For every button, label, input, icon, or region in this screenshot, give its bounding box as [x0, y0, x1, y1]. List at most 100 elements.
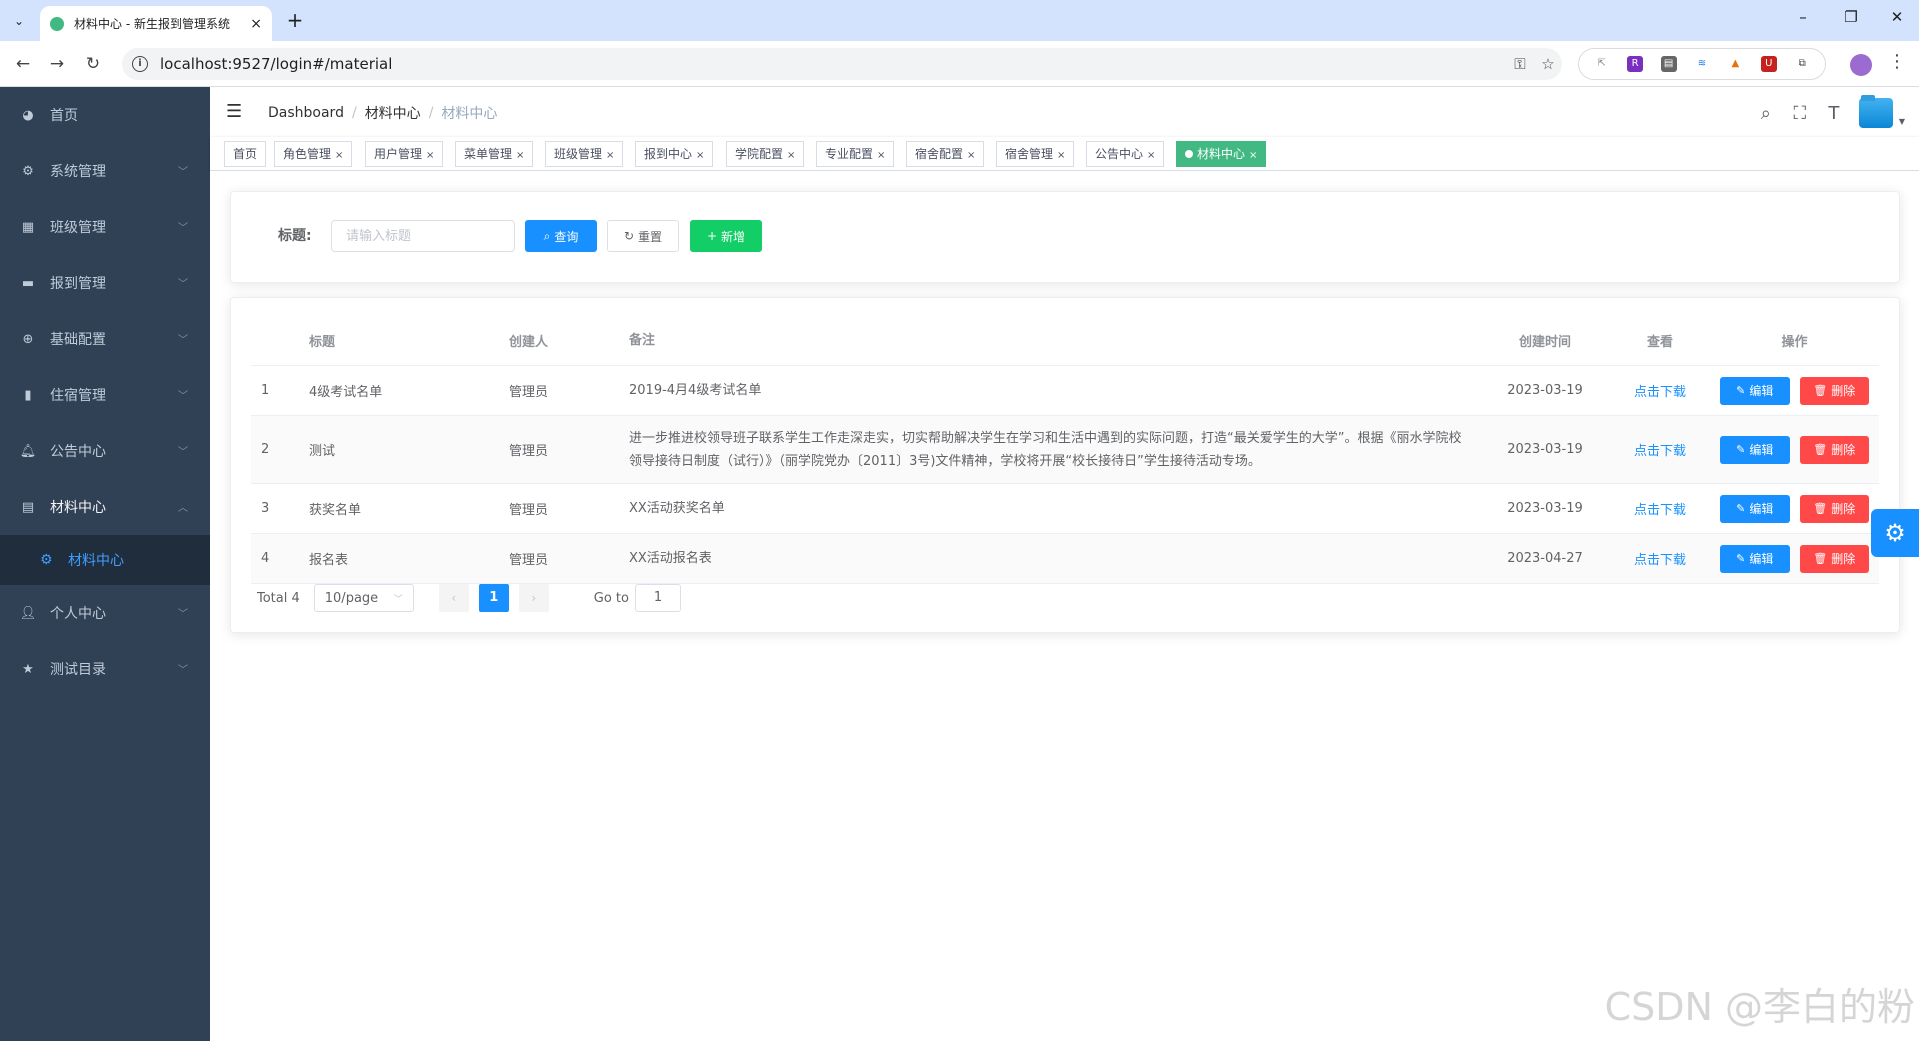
- font-size-icon[interactable]: T: [1817, 103, 1851, 124]
- download-link[interactable]: 点击下载: [1634, 503, 1686, 518]
- bell-icon: 🔔︎: [19, 443, 37, 459]
- more-menu-icon[interactable]: ⋮: [1888, 51, 1906, 72]
- sidebar-item-profile[interactable]: 👤︎ 个人中心 ﹀: [0, 585, 210, 641]
- tag-notice[interactable]: 公告中心 ×: [1086, 141, 1165, 167]
- delete-button[interactable]: 🗑︎ 删除: [1799, 494, 1869, 523]
- avatar[interactable]: [1858, 95, 1893, 128]
- reset-button[interactable]: ↻ 重置: [607, 220, 679, 252]
- reload-button[interactable]: ↻: [82, 53, 104, 75]
- tag-home[interactable]: 首页: [224, 141, 267, 167]
- download-link[interactable]: 点击下载: [1634, 553, 1686, 568]
- sidebar-item-checkin[interactable]: ▬ 报到管理 ﹀: [0, 255, 210, 311]
- sidebar-item-system[interactable]: ⚙ 系统管理 ﹀: [0, 143, 210, 199]
- delete-button[interactable]: 🗑︎ 删除: [1799, 376, 1869, 405]
- goto-input[interactable]: 1: [634, 584, 681, 612]
- tag-label: 材料中心: [1197, 147, 1246, 161]
- site-info-icon[interactable]: i: [132, 56, 148, 72]
- sidebar-subitem-material[interactable]: ⚙ 材料中心: [0, 535, 210, 585]
- cell-ops: ✎ 编辑 🗑︎ 删除: [1710, 494, 1879, 523]
- sidebar-item-class[interactable]: ▦ 班级管理 ﹀: [0, 199, 210, 255]
- page-size-select[interactable]: 10/page ﹀: [313, 584, 414, 612]
- page-number-current[interactable]: 1: [478, 584, 509, 612]
- chevron-down-icon: ﹀: [178, 167, 188, 178]
- minimize-button[interactable]: –: [1781, 8, 1825, 32]
- title-search-input[interactable]: [331, 220, 515, 252]
- tag-menu[interactable]: 菜单管理 ×: [455, 141, 534, 167]
- tag-college[interactable]: 学院配置 ×: [726, 141, 805, 167]
- close-icon[interactable]: ×: [426, 150, 434, 161]
- close-window-button[interactable]: ✕: [1875, 8, 1919, 32]
- key-icon[interactable]: ⚿: [1506, 55, 1534, 73]
- new-tab-button[interactable]: +: [282, 8, 308, 34]
- hamburger-icon[interactable]: ☰: [226, 101, 246, 122]
- close-icon[interactable]: ×: [1249, 150, 1257, 161]
- delete-button[interactable]: 🗑︎ 删除: [1799, 544, 1869, 573]
- url-text[interactable]: localhost:9527/login#/material: [160, 55, 1506, 73]
- tag-user[interactable]: 用户管理 ×: [365, 141, 444, 167]
- edit-button[interactable]: ✎ 编辑: [1720, 376, 1790, 405]
- restore-button[interactable]: ❐: [1829, 8, 1873, 32]
- tag-major[interactable]: 专业配置 ×: [816, 141, 895, 167]
- search-icon[interactable]: ⌕: [1749, 103, 1783, 124]
- tag-checkin[interactable]: 报到中心 ×: [635, 141, 714, 167]
- download-link[interactable]: 点击下载: [1634, 385, 1686, 400]
- next-page-button[interactable]: ›: [518, 584, 549, 612]
- query-button[interactable]: ⌕ 查询: [525, 220, 597, 252]
- delete-label: 删除: [1831, 384, 1856, 398]
- close-icon[interactable]: ×: [787, 150, 795, 161]
- tree-extension-icon[interactable]: ▲: [1727, 56, 1743, 72]
- close-icon[interactable]: ×: [967, 150, 975, 161]
- fullscreen-icon[interactable]: ⛶: [1783, 103, 1817, 124]
- close-icon[interactable]: ×: [606, 150, 614, 161]
- add-button[interactable]: + 新增: [690, 220, 762, 252]
- shield-extension-icon[interactable]: U: [1760, 56, 1777, 72]
- close-icon[interactable]: ×: [516, 150, 524, 161]
- prev-page-button[interactable]: ‹: [438, 584, 469, 612]
- tag-dorm-manage[interactable]: 宿舍管理 ×: [996, 141, 1075, 167]
- sidebar-item-notice[interactable]: 🔔︎ 公告中心 ﹀: [0, 423, 210, 479]
- panel-extension-icon[interactable]: ▤: [1660, 56, 1677, 72]
- tab-search-button[interactable]: ⌄: [6, 8, 32, 34]
- rp-extension-icon[interactable]: R: [1627, 56, 1644, 72]
- sidebar-item-config[interactable]: ⊕ 基础配置 ﹀: [0, 311, 210, 367]
- caret-down-icon[interactable]: ▼: [1899, 117, 1905, 126]
- forward-button[interactable]: →: [46, 53, 68, 75]
- omnibox[interactable]: i localhost:9527/login#/material ⚿ ☆: [122, 48, 1562, 80]
- bookmark-star-icon[interactable]: ☆: [1534, 55, 1562, 73]
- cell-creator: 管理员: [509, 503, 549, 518]
- tag-role[interactable]: 角色管理 ×: [274, 141, 353, 167]
- settings-gear-button[interactable]: ⚙: [1871, 509, 1919, 557]
- edit-button[interactable]: ✎ 编辑: [1720, 494, 1790, 523]
- close-icon[interactable]: ×: [696, 150, 704, 161]
- layers-extension-icon[interactable]: ≋: [1694, 56, 1710, 72]
- delete-button[interactable]: 🗑︎ 删除: [1799, 435, 1869, 464]
- close-icon[interactable]: ×: [877, 150, 885, 161]
- close-icon[interactable]: ×: [1147, 150, 1155, 161]
- tag-dorm-config[interactable]: 宿舍配置 ×: [906, 141, 985, 167]
- puzzle-extension-icon[interactable]: ⧉: [1794, 56, 1810, 72]
- cell-view: 点击下载: [1610, 381, 1710, 400]
- tag-material-active[interactable]: 材料中心 ×: [1176, 141, 1267, 167]
- sidebar-item-test[interactable]: ★ 测试目录 ﹀: [0, 641, 210, 697]
- sidebar-item-home[interactable]: ◕ 首页: [0, 87, 210, 143]
- edit-label: 编辑: [1749, 552, 1774, 566]
- close-icon[interactable]: ×: [1057, 150, 1065, 161]
- cursor-extension-icon[interactable]: ⇱: [1594, 56, 1610, 72]
- table-row: 3 获奖名单 管理员 XX活动获奖名单 2023-03-19 点击下载 ✎ 编辑 …: [251, 484, 1879, 534]
- download-link[interactable]: 点击下载: [1634, 444, 1686, 459]
- trash-icon: 🗑︎: [1813, 443, 1828, 456]
- browser-tab[interactable]: 材料中心 - 新生报到管理系统 ×: [40, 6, 272, 41]
- tag-class[interactable]: 班级管理 ×: [545, 141, 624, 167]
- sidebar-item-label: 基础配置: [50, 332, 106, 348]
- breadcrumb-material-parent[interactable]: 材料中心: [365, 103, 421, 123]
- edit-button[interactable]: ✎ 编辑: [1720, 544, 1790, 573]
- profile-avatar[interactable]: [1850, 54, 1872, 76]
- back-button[interactable]: ←: [12, 53, 34, 75]
- close-icon[interactable]: ×: [335, 150, 343, 161]
- close-tab-icon[interactable]: ×: [250, 16, 262, 32]
- csdn-watermark: CSDN @李白的粉: [1604, 985, 1915, 1029]
- sidebar-item-material[interactable]: ▤ 材料中心 ︿: [0, 479, 210, 535]
- edit-button[interactable]: ✎ 编辑: [1720, 435, 1790, 464]
- sidebar-item-dorm[interactable]: ▮ 住宿管理 ﹀: [0, 367, 210, 423]
- breadcrumb-dashboard[interactable]: Dashboard: [268, 105, 344, 121]
